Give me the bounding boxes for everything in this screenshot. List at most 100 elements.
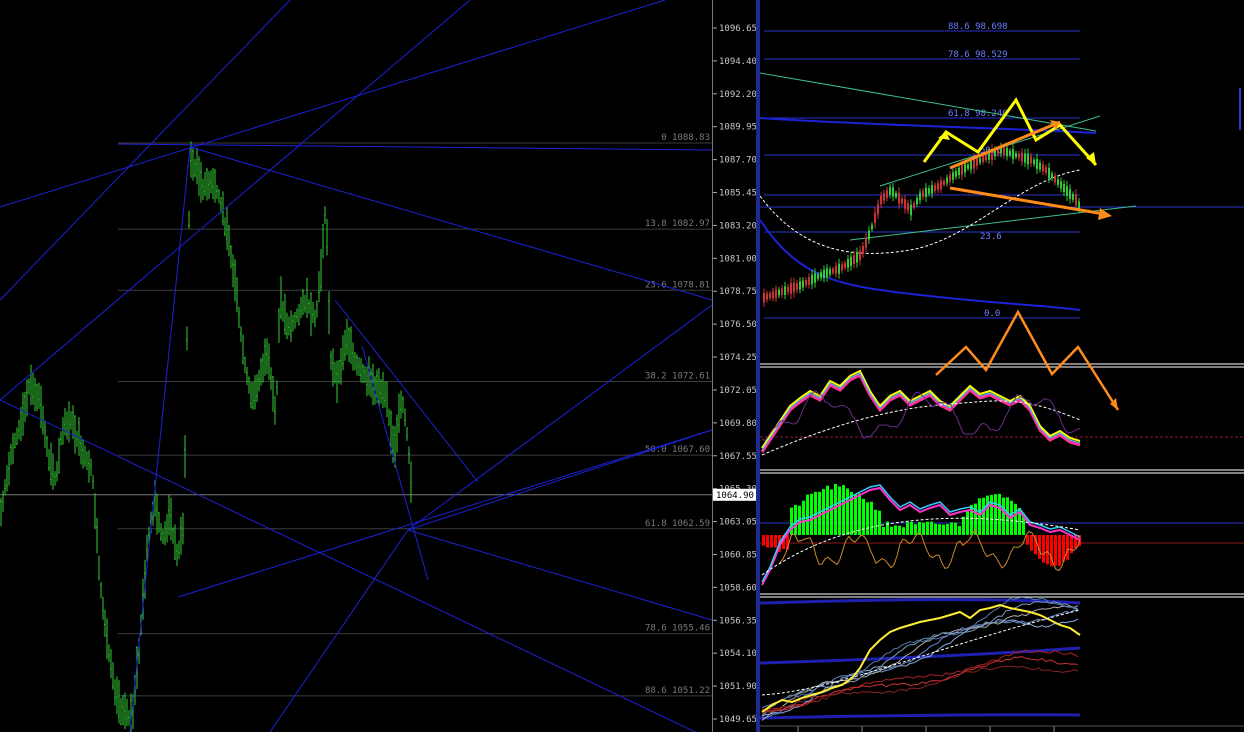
macd-histogram-bar — [838, 486, 841, 535]
band-red-line — [761, 656, 1079, 713]
candle-body — [820, 272, 822, 278]
macd-histogram-bar — [954, 522, 957, 535]
candle-body — [1072, 194, 1074, 200]
candle-body — [916, 197, 918, 205]
trend-line[interactable] — [189, 146, 712, 301]
main-chart-canvas[interactable]: 0 1088.83 13.8 1082.97 23.6 1078.81 38.2 10… — [0, 0, 712, 732]
macd-histogram-bar — [874, 509, 877, 535]
macd-histogram-bar — [942, 524, 945, 535]
macd-histogram-bar — [1042, 535, 1045, 563]
candle-body — [1078, 201, 1080, 209]
trend-line[interactable] — [0, 0, 471, 401]
price-axis-canvas: 1096.65 1094.40 1092.20 1089.95 1087.70 1085.… — [713, 24, 757, 725]
candle-body — [775, 289, 777, 298]
axis-tick-label: 1074.25 — [719, 353, 757, 363]
candle-body — [1018, 153, 1020, 159]
macd-histogram-bar — [882, 526, 885, 535]
candle-body — [787, 286, 789, 293]
candle-body — [922, 191, 924, 197]
candle-body — [940, 180, 942, 190]
axis-tick-label: 1049.65 — [719, 715, 757, 725]
macd-histogram-bar — [922, 522, 925, 535]
candle-body — [1003, 147, 1005, 155]
macd-histogram-bar — [774, 535, 777, 548]
candle-body — [892, 187, 894, 197]
candle-body — [931, 185, 933, 194]
candle-body — [982, 156, 984, 162]
macd-histogram-bar — [902, 527, 905, 535]
secondary-chart-window[interactable]: 88.6 98.69878.6 98.52961.8 98.24650.023.… — [760, 0, 1244, 732]
channel-line[interactable] — [760, 72, 1097, 132]
candle-body — [955, 170, 957, 177]
candle-body — [790, 283, 792, 294]
candle-body — [778, 289, 780, 296]
trend-line[interactable] — [407, 304, 712, 531]
macd-histogram-bar — [982, 497, 985, 535]
price-axis[interactable]: 1096.65 1094.40 1092.20 1089.95 1087.70 1085.… — [712, 0, 758, 732]
axis-tick-label: 1089.95 — [719, 123, 757, 133]
oscillator-line-cyan — [761, 372, 1081, 451]
candle-body — [928, 188, 930, 194]
axis-tick-label: 1078.75 — [719, 287, 757, 297]
macd-histogram-bar — [966, 511, 969, 535]
candle-body — [841, 264, 843, 271]
orange-channel-line[interactable] — [949, 186, 1105, 216]
candle-body — [1063, 183, 1065, 193]
macd-histogram-bar — [994, 494, 997, 535]
candle-body — [925, 187, 927, 198]
candle-body — [784, 286, 786, 295]
candle-body — [934, 185, 936, 191]
candle-body — [874, 212, 876, 224]
main-price-chart[interactable]: 0 1088.83 13.8 1082.97 23.6 1078.81 38.2 10… — [0, 0, 712, 732]
macd-histogram-bar — [806, 494, 809, 535]
candle-body — [1015, 152, 1017, 158]
trend-line[interactable] — [0, 0, 666, 208]
axis-tick-label: 1058.60 — [719, 583, 757, 593]
axis-tick-label: 1056.35 — [719, 616, 757, 626]
trend-line[interactable] — [117, 143, 712, 151]
fib-level-label: 23.6 1078.81 — [645, 280, 710, 290]
candle-body — [979, 158, 981, 163]
candle-body — [976, 158, 978, 166]
macd-histogram-bar — [914, 524, 917, 535]
candle-body — [853, 255, 855, 264]
candle-body — [880, 195, 882, 205]
axis-tick-label: 1092.20 — [719, 90, 757, 100]
candle-body — [937, 183, 939, 190]
candle-body — [1030, 156, 1032, 164]
candle-body — [796, 282, 798, 290]
candle-body — [1054, 175, 1056, 183]
moving-average-line — [760, 219, 1081, 311]
trend-line[interactable] — [407, 429, 712, 531]
macd-histogram-bar — [858, 493, 861, 535]
trend-line[interactable] — [407, 529, 712, 621]
candle-body — [946, 177, 948, 184]
macd-histogram-bar — [834, 484, 837, 535]
macd-histogram-bar — [906, 522, 909, 535]
candle-body — [823, 269, 825, 279]
candle-body — [817, 274, 819, 279]
band-average-line — [761, 600, 1079, 717]
macd-histogram-bar — [990, 494, 993, 535]
fib-level-label: 88.6 1051.22 — [645, 686, 710, 696]
macd-histogram-bar — [766, 535, 769, 548]
candle-body — [769, 293, 771, 299]
trend-line[interactable] — [129, 146, 191, 732]
candle-body — [1021, 152, 1023, 162]
candle-body — [805, 279, 807, 286]
candle-body — [895, 192, 897, 198]
candle-body — [835, 265, 837, 274]
trend-line[interactable] — [0, 0, 291, 301]
candle-body — [1075, 194, 1077, 206]
macd-histogram-bar — [890, 526, 893, 535]
macd-histogram-bar — [1054, 535, 1057, 566]
fib-level-label: 13.8 1082.97 — [645, 219, 710, 229]
candle-body — [859, 250, 861, 261]
axis-tick-label: 1072.05 — [719, 386, 757, 396]
candle-body — [1027, 153, 1029, 165]
secondary-chart-canvas[interactable]: 88.6 98.69878.6 98.52961.8 98.24650.023.… — [760, 0, 1244, 732]
trend-line[interactable] — [0, 399, 712, 732]
trend-line[interactable] — [269, 529, 409, 732]
candle-body — [808, 277, 810, 285]
band-line — [760, 713, 1081, 720]
